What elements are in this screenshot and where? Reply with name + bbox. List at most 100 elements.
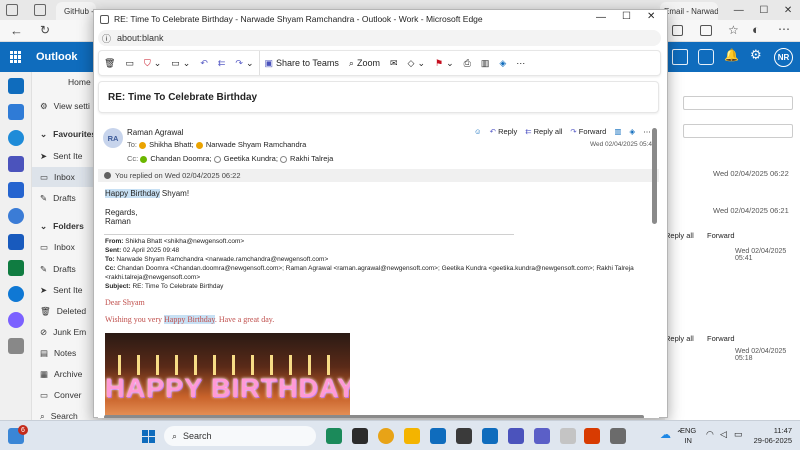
back-icon[interactable]: ← <box>10 23 23 38</box>
workspaces-icon[interactable] <box>6 4 18 16</box>
copilot-taskbar-icon[interactable] <box>326 428 342 444</box>
more-apps-icon[interactable] <box>8 338 24 354</box>
reply-all-button[interactable]: Reply all <box>665 334 694 343</box>
profile-icon[interactable]: ◐ <box>752 22 760 37</box>
taskbar-search[interactable]: ⌕ Search <box>164 426 316 446</box>
settings-taskbar-icon[interactable] <box>610 428 626 444</box>
print-button[interactable]: ⎙ <box>459 51 476 75</box>
archive-button[interactable]: ▭ <box>120 51 139 75</box>
app-launcher-icon[interactable] <box>10 51 22 63</box>
tab-github[interactable]: GitHub - Shyam27122024/Narwade... <box>56 2 96 20</box>
recipient[interactable]: Rakhi Talreja <box>290 154 333 163</box>
nav-folder-deleted[interactable]: 🗑 Deleted <box>32 301 102 321</box>
settings-icon[interactable]: ⚙ <box>750 47 762 63</box>
nav-folder-notes[interactable]: ▤ Notes <box>32 343 102 363</box>
zoom-button[interactable]: ⌕ Zoom <box>344 51 385 75</box>
maximize-icon[interactable]: ☐ <box>759 5 768 16</box>
notifications-icon[interactable]: 🔔 <box>724 48 739 62</box>
recipient[interactable]: Geetika Kundra; <box>224 154 278 163</box>
forward-button[interactable]: Forward <box>707 334 735 343</box>
collections-icon[interactable] <box>700 25 712 36</box>
more-icon[interactable]: ⋯ <box>643 127 651 136</box>
recipient[interactable]: Narwade Shyam Ramchandra <box>206 140 306 149</box>
wps-icon[interactable] <box>584 428 600 444</box>
nav-folder-sent[interactable]: ➤ Sent Ite <box>32 280 102 300</box>
file-explorer-icon[interactable] <box>404 428 420 444</box>
teams-chat-icon[interactable] <box>534 428 550 444</box>
emoji-icon[interactable]: ☺ <box>474 127 482 136</box>
filter-box[interactable] <box>683 124 793 138</box>
edge-taskbar-icon[interactable] <box>430 428 446 444</box>
favourites-header[interactable]: ⌄ Favourites <box>32 124 102 144</box>
nav-folder-junk[interactable]: ⊘ Junk Em <box>32 322 102 342</box>
onedrive-tray-icon[interactable]: ☁ <box>660 428 671 441</box>
onedrive-icon[interactable] <box>8 286 24 302</box>
people-icon[interactable] <box>8 130 24 146</box>
task-view-icon[interactable] <box>352 428 368 444</box>
clock[interactable]: 11:47 29-06-2025 <box>748 426 792 446</box>
reader-icon[interactable]: ▥ <box>614 127 621 136</box>
popup-address-bar[interactable]: ⓘ about:blank <box>94 28 667 48</box>
reply-button[interactable]: ↶ <box>195 51 213 75</box>
outlook-taskbar-icon[interactable] <box>482 428 498 444</box>
todo-icon[interactable] <box>8 182 24 198</box>
reply-all-button[interactable]: Reply all <box>665 231 694 240</box>
excel-icon[interactable] <box>8 260 24 276</box>
wifi-icon[interactable]: ◠ <box>706 429 714 440</box>
view-settings-button[interactable]: ⚙ View setti <box>32 96 102 116</box>
reply-all-button[interactable]: ⇇ Reply all <box>525 127 562 136</box>
chrome-icon[interactable] <box>378 428 394 444</box>
horizontal-scrollbar[interactable] <box>104 415 644 418</box>
org-icon[interactable] <box>8 208 24 224</box>
delete-button[interactable]: 🗑 <box>99 51 120 75</box>
word-icon[interactable] <box>8 234 24 250</box>
windows-start-icon[interactable] <box>142 430 155 443</box>
avatar[interactable]: NR <box>774 48 793 67</box>
more-actions-button[interactable]: ⋯ <box>511 51 530 75</box>
addin-button[interactable]: ◈ <box>494 51 511 75</box>
address-field[interactable] <box>98 30 661 46</box>
mail-icon[interactable] <box>8 78 24 94</box>
tab-actions-icon[interactable] <box>34 4 46 16</box>
nav-fav-inbox[interactable]: ▭ Inbox <box>32 167 102 187</box>
calendar-rail-icon[interactable] <box>8 104 24 120</box>
reply-button[interactable]: ↶ Reply <box>490 127 518 136</box>
tab-home[interactable]: Home <box>32 72 102 92</box>
report-button[interactable]: ⛉ ⌄ <box>139 51 166 75</box>
reply-all-button[interactable]: ⇇ <box>213 51 231 75</box>
forward-button[interactable]: Forward <box>707 231 735 240</box>
minimize-icon[interactable]: — <box>596 12 606 23</box>
sender-name[interactable]: Raman Agrawal <box>127 128 183 137</box>
teams-rail-icon[interactable] <box>8 156 24 172</box>
teams-icon[interactable] <box>672 49 688 65</box>
search-box[interactable] <box>683 96 793 110</box>
app-taskbar-icon[interactable] <box>560 428 576 444</box>
mark-read-button[interactable]: ✉ <box>385 51 403 75</box>
flag-button[interactable]: ⚑ ⌄ <box>430 51 459 75</box>
tab-email[interactable]: Email - Narwade Shyam Ramcha... <box>660 2 718 20</box>
split-screen-icon[interactable] <box>672 25 683 36</box>
vertical-scrollbar[interactable] <box>652 128 657 224</box>
forward-button[interactable]: ↷ Forward <box>570 127 606 136</box>
nav-folder-archive[interactable]: ▦ Archive <box>32 364 102 384</box>
forward-button[interactable]: ↷ ⌄ <box>230 51 258 75</box>
move-button[interactable]: ▭ ⌄ <box>166 51 195 75</box>
favorites-icon[interactable]: ☆ <box>728 23 739 37</box>
nav-fav-drafts[interactable]: ✎ Drafts <box>32 188 102 208</box>
nav-folder-conversation[interactable]: ▭ Conver <box>32 385 102 405</box>
addin-icon[interactable]: ◈ <box>629 127 635 136</box>
calendar-icon[interactable] <box>698 49 714 65</box>
battery-icon[interactable]: ▭ <box>734 429 743 440</box>
more-icon[interactable]: ⋯ <box>778 22 790 36</box>
close-icon[interactable]: ✕ <box>784 5 792 16</box>
categorize-button[interactable]: ◇ ⌄ <box>403 51 430 75</box>
nav-fav-sent[interactable]: ➤ Sent Ite <box>32 146 102 166</box>
recipient[interactable]: Chandan Doomra; <box>150 154 211 163</box>
close-icon[interactable]: ✕ <box>647 11 655 22</box>
immersive-reader-button[interactable]: ▥ <box>476 51 495 75</box>
teams-taskbar-icon[interactable] <box>508 428 524 444</box>
app-taskbar-icon[interactable] <box>456 428 472 444</box>
maximize-icon[interactable]: ☐ <box>622 11 631 22</box>
copilot-icon[interactable] <box>8 312 24 328</box>
recipient[interactable]: Shikha Bhatt; <box>149 140 194 149</box>
